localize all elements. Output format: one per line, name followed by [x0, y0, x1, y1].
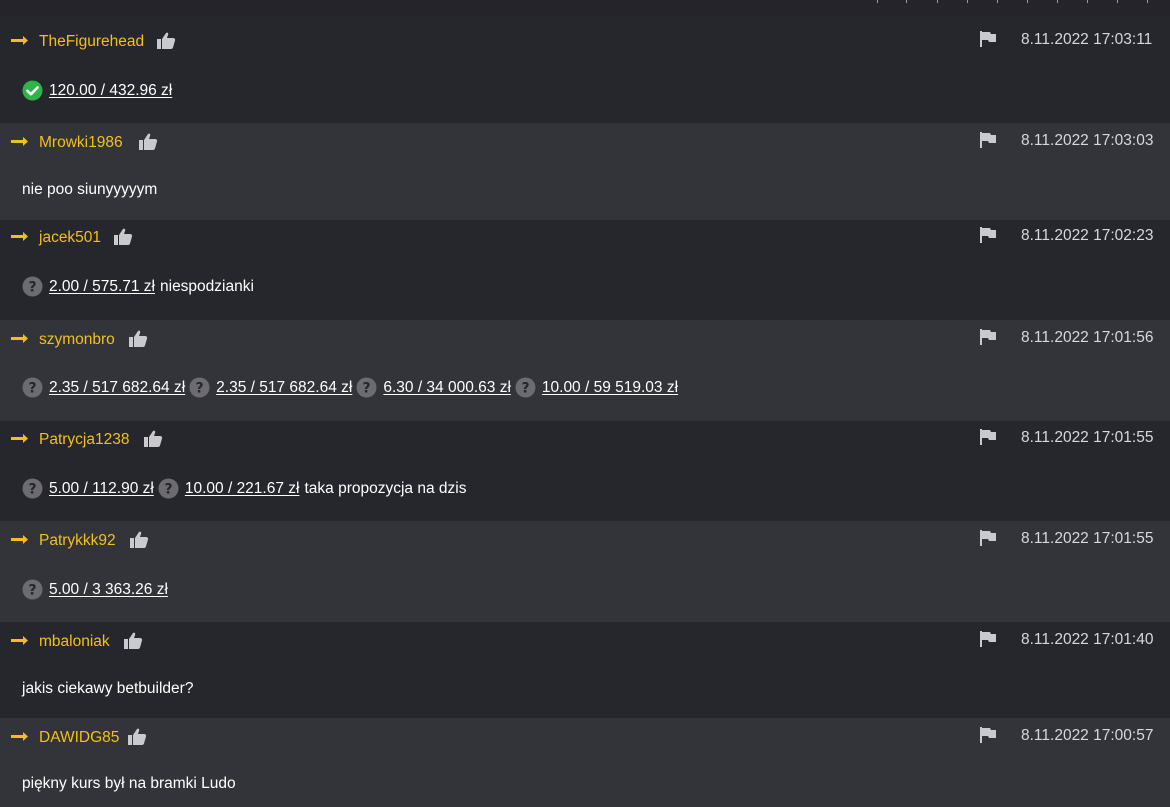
toolbar-divider	[967, 0, 968, 3]
bet-slip-link[interactable]: 5.00 / 3 363.26 zł	[49, 580, 168, 600]
reply-arrow-icon[interactable]	[9, 34, 29, 46]
bet-slip-link[interactable]: 5.00 / 112.90 zł	[49, 479, 154, 499]
comment-body: ? 5.00 / 112.90 zł? 10.00 / 221.67 zł taka …	[22, 478, 466, 499]
thumbs-up-icon[interactable]	[156, 31, 176, 49]
comment-username[interactable]: TheFigurehead	[39, 33, 144, 51]
question-circle-icon: ?	[189, 377, 210, 398]
comment-item: jacek501 8.11.2022 17:02:23? 2.00 / 575.71…	[0, 220, 1170, 320]
top-toolbar-edge	[0, 0, 1170, 16]
bet-slip-link[interactable]: 6.30 / 34 000.63 zł	[383, 378, 511, 398]
thumbs-up-icon[interactable]	[138, 132, 158, 150]
bet-slip-link[interactable]: 10.00 / 59 519.03 zł	[542, 378, 678, 398]
comment-item: Patrykkk92 8.11.2022 17:01:55? 5.00 / 3 36…	[0, 521, 1170, 622]
thumbs-up-icon[interactable]	[128, 329, 148, 347]
comment-body: ? 2.35 / 517 682.64 zł? 2.35 / 517 682.64 …	[22, 377, 678, 398]
thumbs-up-icon[interactable]	[123, 631, 143, 649]
comment-timestamp: 8.11.2022 17:00:57	[1021, 727, 1154, 744]
svg-text:?: ?	[28, 583, 36, 599]
question-circle-icon: ?	[22, 579, 43, 600]
question-circle-icon: ?	[22, 478, 43, 499]
question-circle-icon: ?	[356, 377, 377, 398]
comment-timestamp: 8.11.2022 17:02:23	[1021, 227, 1154, 244]
bet-slip-link[interactable]: 10.00 / 221.67 zł	[185, 479, 300, 499]
toolbar-divider	[937, 0, 938, 3]
toolbar-divider	[906, 0, 907, 3]
bet-slip-link[interactable]: 120.00 / 432.96 zł	[49, 81, 172, 101]
comment-text: jakis ciekawy betbuilder?	[22, 680, 194, 697]
comment-body: 120.00 / 432.96 zł	[22, 80, 172, 101]
svg-text:?: ?	[521, 381, 529, 397]
toolbar-divider	[1027, 0, 1028, 3]
reply-arrow-icon[interactable]	[9, 432, 29, 444]
flag-icon[interactable]	[978, 31, 997, 47]
flag-icon[interactable]	[978, 227, 997, 243]
reply-arrow-icon[interactable]	[9, 332, 29, 344]
comment-timestamp: 8.11.2022 17:03:11	[1021, 31, 1153, 48]
flag-icon[interactable]	[978, 329, 997, 345]
reply-arrow-icon[interactable]	[9, 533, 29, 545]
toolbar-divider	[1087, 0, 1088, 3]
comment-item: Mrowki1986 8.11.2022 17:03:03 nie poo siun…	[0, 123, 1170, 220]
comment-text: taka propozycja na dzis	[304, 479, 467, 497]
comment-timestamp: 8.11.2022 17:01:56	[1021, 329, 1154, 346]
reply-arrow-icon[interactable]	[9, 730, 29, 742]
svg-text:?: ?	[164, 482, 172, 498]
check-circle-icon	[22, 80, 43, 101]
toolbar-divider	[1057, 0, 1058, 3]
svg-text:?: ?	[28, 381, 36, 397]
question-circle-icon: ?	[22, 276, 43, 297]
thumbs-up-icon[interactable]	[113, 227, 133, 245]
comment-username[interactable]: mbaloniak	[39, 633, 110, 651]
toolbar-divider	[997, 0, 998, 3]
comment-timestamp: 8.11.2022 17:01:40	[1021, 631, 1154, 648]
flag-icon[interactable]	[978, 132, 997, 148]
comment-item: szymonbro 8.11.2022 17:01:56? 2.35 / 517 6…	[0, 320, 1170, 421]
svg-text:?: ?	[28, 482, 36, 498]
bet-slip-link[interactable]: 2.00 / 575.71 zł	[49, 277, 155, 297]
comment-username[interactable]: szymonbro	[39, 331, 115, 349]
toolbar-divider	[1117, 0, 1118, 3]
comment-username[interactable]: Patrykkk92	[39, 532, 116, 550]
comment-item: Patrycja1238 8.11.2022 17:01:55? 5.00 / 11…	[0, 421, 1170, 521]
comment-username[interactable]: jacek501	[39, 229, 101, 247]
comment-item: mbaloniak 8.11.2022 17:01:40 jakis ciekawy…	[0, 622, 1170, 718]
comment-item: TheFigurehead 8.11.2022 17:03:11 120.00 / …	[0, 16, 1170, 123]
thumbs-up-icon[interactable]	[127, 727, 147, 745]
question-circle-icon: ?	[22, 377, 43, 398]
comment-username[interactable]: Patrycja1238	[39, 431, 129, 449]
flag-icon[interactable]	[978, 429, 997, 445]
reply-arrow-icon[interactable]	[9, 135, 29, 147]
comment-username[interactable]: Mrowki1986	[39, 134, 123, 152]
toolbar-divider	[877, 0, 878, 3]
comment-text: nie poo siunyyyyym	[22, 181, 158, 198]
comment-text: niespodzianki	[160, 277, 254, 295]
thumbs-up-icon[interactable]	[143, 429, 163, 447]
bet-slip-link[interactable]: 2.35 / 517 682.64 zł	[216, 378, 352, 398]
comment-body: ? 2.00 / 575.71 zł niespodzianki	[22, 276, 254, 297]
comment-item: DAWIDG85 8.11.2022 17:00:57 piękny kurs by…	[0, 718, 1170, 807]
comment-body: jakis ciekawy betbuilder?	[22, 679, 193, 699]
comment-timestamp: 8.11.2022 17:03:03	[1021, 132, 1154, 149]
comment-body: piękny kurs był na bramki Ludo	[22, 774, 236, 794]
toolbar-divider	[1147, 0, 1148, 3]
reply-arrow-icon[interactable]	[9, 634, 29, 646]
comment-body: ? 5.00 / 3 363.26 zł	[22, 579, 168, 600]
comment-timestamp: 8.11.2022 17:01:55	[1021, 429, 1154, 446]
comment-body: nie poo siunyyyyym	[22, 180, 157, 200]
question-circle-icon: ?	[158, 478, 179, 499]
thumbs-up-icon[interactable]	[129, 530, 149, 548]
comment-username[interactable]: DAWIDG85	[39, 729, 119, 747]
flag-icon[interactable]	[978, 530, 997, 546]
question-circle-icon: ?	[515, 377, 536, 398]
flag-icon[interactable]	[978, 727, 997, 743]
svg-text:?: ?	[196, 381, 204, 397]
comment-timestamp: 8.11.2022 17:01:55	[1021, 530, 1154, 547]
bet-slip-link[interactable]: 2.35 / 517 682.64 zł	[49, 378, 185, 398]
comment-text: piękny kurs był na bramki Ludo	[22, 775, 236, 792]
svg-text:?: ?	[363, 381, 371, 397]
reply-arrow-icon[interactable]	[9, 230, 29, 242]
flag-icon[interactable]	[978, 631, 997, 647]
svg-text:?: ?	[28, 280, 36, 296]
